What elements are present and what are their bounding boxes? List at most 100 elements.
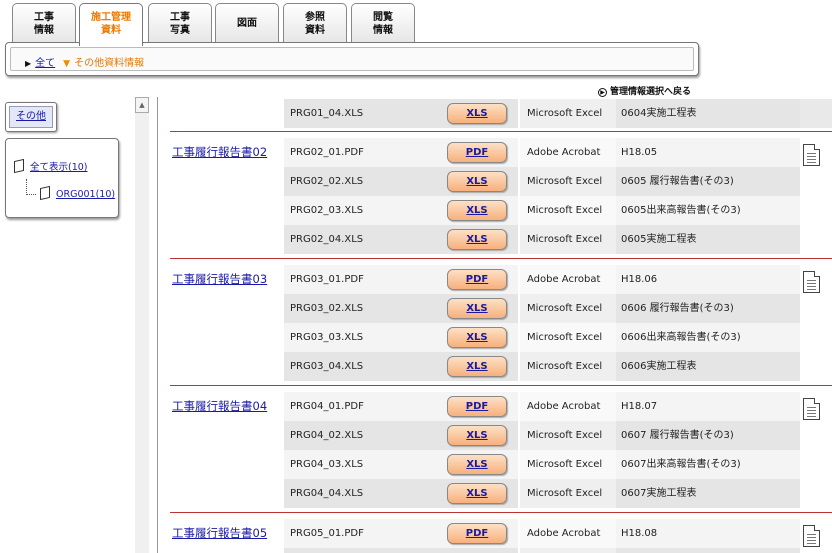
open-pdf-button[interactable]: PDF [447,523,507,544]
file-name: PRG02_01.PDF [290,147,364,158]
open-pdf-button[interactable]: PDF [447,142,507,163]
application-name: Microsoft Excel [527,303,603,314]
scrollbar[interactable]: ▲ [135,97,149,553]
table-row: PRG04_04.XLS XLS Microsoft Excel 0607実施工… [170,479,832,508]
file-description: 0606実施工程表 [621,361,697,372]
application-name: Microsoft Excel [527,430,603,441]
table-row: PRG03_01.PDF PDF Adobe Acrobat H18.06 [170,265,832,294]
back-to-management-select-link[interactable]: ▶ 管理情報選択へ戻る [598,84,691,97]
tab-label: 工事 [170,12,190,23]
tab-label: 情報 [34,25,54,36]
tab-construction-photos[interactable]: 工事 写真 [148,3,212,43]
table-row: PRG02_02.XLS XLS Microsoft Excel 0605 履行… [170,167,832,196]
scroll-up-icon[interactable]: ▲ [135,97,149,113]
application-name: Adobe Acrobat [527,274,601,285]
category-other-label: その他 [9,106,53,128]
file-description: 0606 履行報告書(その3) [621,303,734,314]
open-xls-button[interactable]: XLS [447,229,507,250]
tree-item-all[interactable]: 全て表示(10) [14,158,88,174]
tab-label: 図面 [237,18,257,29]
file-description: 0606出来高報告書(その3) [621,332,741,343]
group-separator [170,385,832,386]
open-xls-button[interactable]: XLS [447,327,507,348]
table-row: PRG04_02.XLS XLS Microsoft Excel 0607 履行… [170,421,832,450]
file-name: PRG02_04.XLS [290,234,364,245]
table-row: PRG02_03.XLS XLS Microsoft Excel 0605出来高… [170,196,832,225]
application-name: Microsoft Excel [527,459,603,470]
triangle-right-icon: ▶ [25,59,32,68]
tab-label: 工事 [34,12,54,23]
tab-label: 閲覧 [373,12,393,23]
breadcrumb-root-link[interactable]: 全て [35,58,55,69]
group-separator [170,512,832,513]
open-pdf-button[interactable]: PDF [447,269,507,290]
application-name: Microsoft Excel [527,234,603,245]
file-description: H18.07 [621,401,658,412]
tab-label: 写真 [170,25,190,36]
arrow-circle-icon: ▶ [598,88,607,97]
tab-drawings[interactable]: 図面 [215,3,279,43]
tab-browse-info[interactable]: 閲覧 情報 [351,3,415,43]
open-xls-button[interactable]: XLS [447,356,507,377]
file-description: 0607 履行報告書(その3) [621,430,734,441]
table-row: PRG05_01.PDF PDF Adobe Acrobat H18.08 [170,519,832,548]
folder-tree: 全て表示(10) ORG001(10) [5,138,119,218]
table-row: PRG04_03.XLS XLS Microsoft Excel 0607出来高… [170,450,832,479]
panel-divider [157,97,158,553]
file-description: 0607実施工程表 [621,488,697,499]
file-name: PRG03_03.XLS [290,332,364,343]
file-name: PRG01_04.XLS [290,108,364,119]
file-name: PRG03_04.XLS [290,361,364,372]
tree-org001-link[interactable]: ORG001(10) [56,189,115,200]
file-name: PRG05_01.PDF [290,528,364,539]
open-xls-button[interactable]: XLS [447,425,507,446]
tree-item-org001[interactable]: ORG001(10) [40,185,115,201]
group-separator [170,258,832,259]
file-name: PRG03_02.XLS [290,303,364,314]
application-name: Microsoft Excel [527,488,603,499]
back-link-label: 管理情報選択へ戻る [610,87,692,97]
open-xls-button[interactable]: XLS [447,200,507,221]
open-pdf-button[interactable]: PDF [447,396,507,417]
table-row: PRG03_03.XLS XLS Microsoft Excel 0606出来高… [170,323,832,352]
tab-construction-info[interactable]: 工事 情報 [12,3,76,43]
application-name: Adobe Acrobat [527,528,601,539]
tab-label: 資料 [305,25,325,36]
application-name: Adobe Acrobat [527,147,601,158]
tab-label: 情報 [373,25,393,36]
table-row: PRG04_01.PDF PDF Adobe Acrobat H18.07 [170,392,832,421]
book-icon [14,158,24,174]
open-xls-button[interactable]: XLS [447,298,507,319]
tab-label: 参照 [305,12,325,23]
open-xls-button[interactable]: XLS [447,454,507,475]
book-icon [40,185,50,201]
table-row [170,548,832,553]
application-name: Microsoft Excel [527,108,603,119]
category-other-button[interactable]: その他 [5,102,57,132]
document-list: PRG01_04.XLS XLS Microsoft Excel 0604実施工… [170,97,832,553]
file-name: PRG02_02.XLS [290,176,364,187]
table-row: PRG02_04.XLS XLS Microsoft Excel 0605実施工… [170,225,832,254]
tab-construction-management[interactable]: 施工管理 資料 [79,3,143,46]
open-xls-button[interactable]: XLS [447,171,507,192]
file-description: H18.08 [621,528,658,539]
table-row: PRG03_04.XLS XLS Microsoft Excel 0606実施工… [170,352,832,381]
application-name: Microsoft Excel [527,332,603,343]
file-name: PRG04_03.XLS [290,459,364,470]
file-description: 0605実施工程表 [621,234,697,245]
table-row: PRG02_01.PDF PDF Adobe Acrobat H18.05 [170,138,832,167]
application-name: Microsoft Excel [527,176,603,187]
file-description: H18.05 [621,147,658,158]
file-name: PRG04_04.XLS [290,488,364,499]
file-description: H18.06 [621,274,658,285]
application-name: Adobe Acrobat [527,401,601,412]
file-name: PRG03_01.PDF [290,274,364,285]
tab-reference-materials[interactable]: 参照 資料 [283,3,347,43]
file-name: PRG04_02.XLS [290,430,364,441]
open-xls-button[interactable]: XLS [447,103,507,124]
file-description: 0605出来高報告書(その3) [621,205,741,216]
tree-all-link[interactable]: 全て表示(10) [30,162,88,173]
application-name: Microsoft Excel [527,205,603,216]
triangle-down-icon: ▼ [63,59,71,69]
open-xls-button[interactable]: XLS [447,483,507,504]
